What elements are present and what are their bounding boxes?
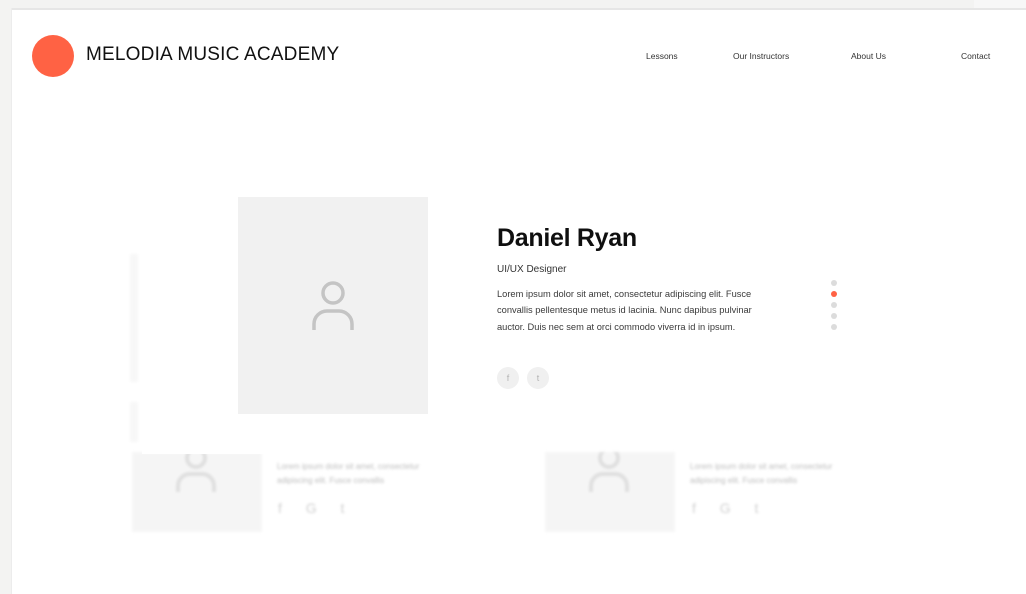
carousel-dot[interactable] xyxy=(831,302,837,308)
user-icon xyxy=(312,281,354,330)
carousel-dot-active[interactable] xyxy=(831,291,837,297)
carousel-dot[interactable] xyxy=(831,313,837,319)
carousel-dot[interactable] xyxy=(831,280,837,286)
facebook-icon[interactable]: f xyxy=(497,367,519,389)
instructor-bio: Lorem ipsum dolor sit amet, consectetur … xyxy=(497,289,752,332)
twitter-icon[interactable]: t xyxy=(527,367,549,389)
page: MELODIA MUSIC ACADEMY Lessons Our Instru… xyxy=(12,8,1026,594)
instructor-photo xyxy=(238,197,428,414)
instructor-role: UI/UX Designer xyxy=(497,264,567,275)
ghost-card-edge xyxy=(130,254,138,382)
instructor-name: Daniel Ryan xyxy=(497,224,637,252)
ghost-card-photo xyxy=(545,452,675,532)
carousel-dots xyxy=(830,280,838,336)
ghost-card-edge xyxy=(130,402,138,442)
ghost-card-text: Lorem ipsum dolor sit amet, consectetur … xyxy=(277,462,420,485)
ghost-card-photo xyxy=(132,452,262,532)
ghost-card-text: Lorem ipsum dolor sit amet, consectetur … xyxy=(690,462,833,485)
carousel-dot[interactable] xyxy=(831,324,837,330)
top-strip xyxy=(974,0,1026,8)
ghost-card-social: f G t xyxy=(278,500,355,516)
user-icon xyxy=(589,452,629,492)
ghost-card-social: f G t xyxy=(692,500,769,516)
user-icon xyxy=(176,452,216,492)
